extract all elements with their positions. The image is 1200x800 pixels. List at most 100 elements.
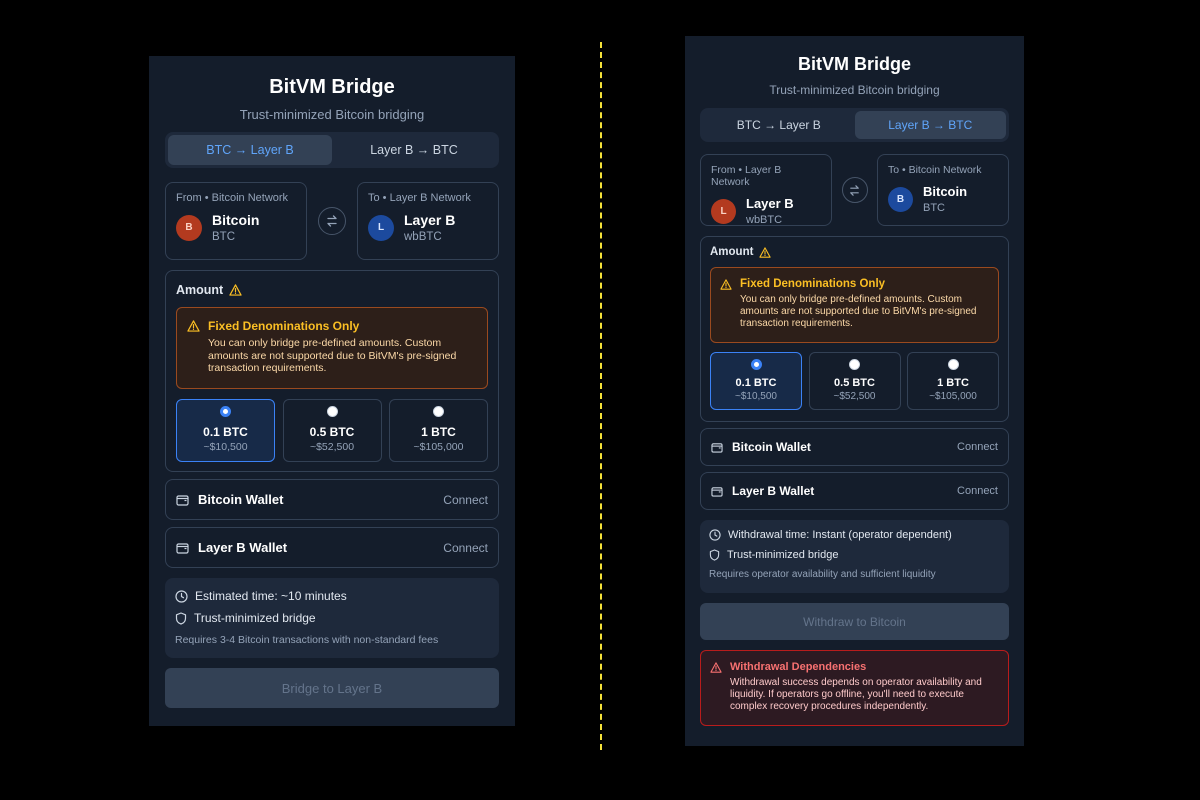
tab-layer-b-to-btc[interactable]: Layer B → BTC: [854, 111, 1006, 139]
bitcoin-badge-icon: B: [176, 214, 202, 241]
security-text: Trust-minimized bridge: [194, 611, 316, 625]
requirements-note: Requires 3-4 Bitcoin transactions with n…: [175, 634, 439, 646]
connect-bitcoin-wallet-button[interactable]: Connect: [957, 441, 998, 453]
security-text: Trust-minimized bridge: [727, 549, 839, 561]
from-network-symbol: BTC: [212, 231, 235, 243]
estimated-time-line: Estimated time: ~10 minutes: [175, 589, 489, 603]
security-line: Trust-minimized bridge: [709, 549, 1000, 561]
withdrawal-time-text: Withdrawal time: Instant (operator depen…: [728, 529, 952, 541]
shield-icon: [709, 549, 720, 561]
to-network-card: To • Layer B Network L Layer B wbBTC: [357, 182, 499, 260]
connect-layer-b-wallet-button[interactable]: Connect: [957, 485, 998, 497]
fixed-denominations-warning: Fixed Denominations Only You can only br…: [176, 307, 488, 389]
network-row: From • Bitcoin Network B Bitcoin BTC To …: [165, 182, 499, 260]
swap-arrows-icon: [850, 184, 859, 196]
security-line: Trust-minimized bridge: [175, 611, 489, 625]
denomination-value: 1 BTC: [937, 377, 969, 389]
bitcoin-wallet-row[interactable]: Bitcoin Wallet Connect: [165, 479, 499, 520]
clock-icon: [175, 589, 188, 603]
warning-title: Fixed Denominations Only: [740, 278, 886, 290]
withdrawal-info-box: Withdrawal time: Instant (operator depen…: [700, 520, 1009, 593]
wallet-icon: [711, 486, 723, 497]
connect-bitcoin-wallet-button[interactable]: Connect: [443, 493, 488, 507]
denomination-usd: ~$10,500: [735, 391, 777, 402]
warning-title: Fixed Denominations Only: [208, 319, 360, 333]
denomination-option-0-1[interactable]: 0.1 BTC ~$10,500: [176, 399, 275, 462]
page-subtitle: Trust-minimized Bitcoin bridging: [769, 83, 940, 97]
fixed-denominations-warning: Fixed Denominations Only You can only br…: [710, 267, 999, 343]
shield-icon: [175, 611, 187, 625]
to-network-caption: To • Layer B Network: [368, 192, 471, 204]
to-network-card: To • Bitcoin Network B Bitcoin BTC: [877, 154, 1009, 226]
amount-label-text: Amount: [176, 283, 224, 297]
denomination-value: 0.1 BTC: [203, 425, 248, 439]
denomination-value: 0.1 BTC: [735, 377, 777, 389]
denomination-option-0-5[interactable]: 0.5 BTC ~$52,500: [282, 399, 382, 462]
network-row: From • Layer B Network L Layer B wbBTC T…: [700, 154, 1009, 226]
denomination-option-0-1[interactable]: 0.1 BTC ~$10,500: [710, 352, 802, 410]
denomination-option-0-5[interactable]: 0.5 BTC ~$52,500: [808, 352, 901, 410]
swap-arrows-icon: [327, 215, 337, 227]
warning-text: You can only bridge pre-defined amounts.…: [740, 294, 977, 329]
denomination-usd: ~$105,000: [929, 391, 977, 402]
denomination-option-1[interactable]: 1 BTC ~$105,000: [907, 352, 999, 410]
swap-direction-button[interactable]: [841, 177, 868, 203]
amount-label: Amount: [176, 283, 488, 297]
radio-selected[interactable]: [750, 359, 762, 370]
bridge-to-layer-b-button[interactable]: Bridge to Layer B: [165, 668, 499, 708]
from-network-caption: From • Bitcoin Network: [176, 192, 289, 204]
panel-header: BitVM Bridge Trust-minimized Bitcoin bri…: [165, 56, 499, 132]
denomination-options: 0.1 BTC ~$10,500 0.5 BTC ~$52,500 1 BTC …: [710, 352, 999, 410]
direction-tabs: BTC → Layer B Layer B → BTC: [700, 108, 1009, 142]
amount-section: Amount Fixed Denominations Only You can …: [700, 236, 1009, 422]
danger-title: Withdrawal Dependencies: [730, 661, 867, 673]
warning-triangle-icon: [187, 320, 200, 332]
page-title: BitVM Bridge: [269, 76, 395, 98]
bitcoin-wallet-row[interactable]: Bitcoin Wallet Connect: [700, 428, 1009, 466]
amount-label: Amount: [710, 246, 999, 258]
bitcoin-badge-icon: B: [888, 186, 913, 212]
panel-header: BitVM Bridge Trust-minimized Bitcoin bri…: [700, 36, 1009, 108]
withdrawal-time-line: Withdrawal time: Instant (operator depen…: [709, 529, 1000, 541]
layer-b-wallet-row[interactable]: Layer B Wallet Connect: [165, 527, 499, 568]
page-subtitle: Trust-minimized Bitcoin bridging: [239, 107, 425, 122]
from-network-symbol: wbBTC: [746, 214, 783, 226]
to-network-name: Layer B: [404, 212, 456, 228]
layer-b-badge-icon: L: [711, 198, 736, 224]
denomination-value: 0.5 BTC: [309, 425, 355, 439]
wallet-icon: [711, 442, 723, 453]
tab-layer-b-to-btc[interactable]: Layer B → BTC: [332, 135, 496, 165]
denomination-usd: ~$10,500: [203, 441, 248, 453]
to-network-name: Bitcoin: [923, 184, 968, 199]
bridge-panel-deposit: BitVM Bridge Trust-minimized Bitcoin bri…: [149, 56, 515, 726]
radio[interactable]: [326, 406, 338, 417]
layer-b-wallet-row[interactable]: Layer B Wallet Connect: [700, 472, 1009, 510]
swap-direction-button[interactable]: [318, 207, 346, 235]
bridge-panel-withdraw: BitVM Bridge Trust-minimized Bitcoin bri…: [685, 36, 1024, 746]
direction-tabs: BTC → Layer B Layer B → BTC: [165, 132, 499, 168]
amount-section: Amount Fixed Denominations Only You can …: [165, 270, 499, 472]
amount-label-text: Amount: [710, 246, 754, 258]
warning-triangle-icon: [710, 662, 722, 673]
connect-layer-b-wallet-button[interactable]: Connect: [443, 541, 488, 555]
withdrawal-dependencies-alert: Withdrawal Dependencies Withdrawal succe…: [700, 650, 1009, 726]
from-network-caption: From • Layer B Network: [711, 164, 782, 188]
withdraw-to-bitcoin-button[interactable]: Withdraw to Bitcoin: [700, 603, 1009, 640]
radio-selected[interactable]: [220, 406, 231, 417]
wallet-name: Layer B Wallet: [198, 540, 288, 555]
denomination-value: 1 BTC: [421, 425, 456, 439]
layer-b-badge-icon: L: [368, 214, 394, 241]
denomination-usd: ~$52,500: [833, 391, 876, 402]
requirements-note: Requires operator availability and suffi…: [709, 569, 936, 580]
radio[interactable]: [433, 406, 444, 417]
radio[interactable]: [849, 359, 860, 370]
denomination-option-1[interactable]: 1 BTC ~$105,000: [389, 399, 488, 462]
tab-btc-to-layer-b[interactable]: BTC → Layer B: [703, 111, 855, 139]
tab-btc-to-layer-b[interactable]: BTC → Layer B: [168, 135, 332, 165]
wallet-name: Bitcoin Wallet: [732, 440, 811, 454]
warning-text: You can only bridge pre-defined amounts.…: [208, 337, 457, 374]
radio[interactable]: [947, 359, 959, 370]
from-network-name: Layer B: [746, 196, 794, 211]
to-network-caption: To • Bitcoin Network: [888, 164, 982, 176]
wallet-icon: [176, 542, 189, 554]
